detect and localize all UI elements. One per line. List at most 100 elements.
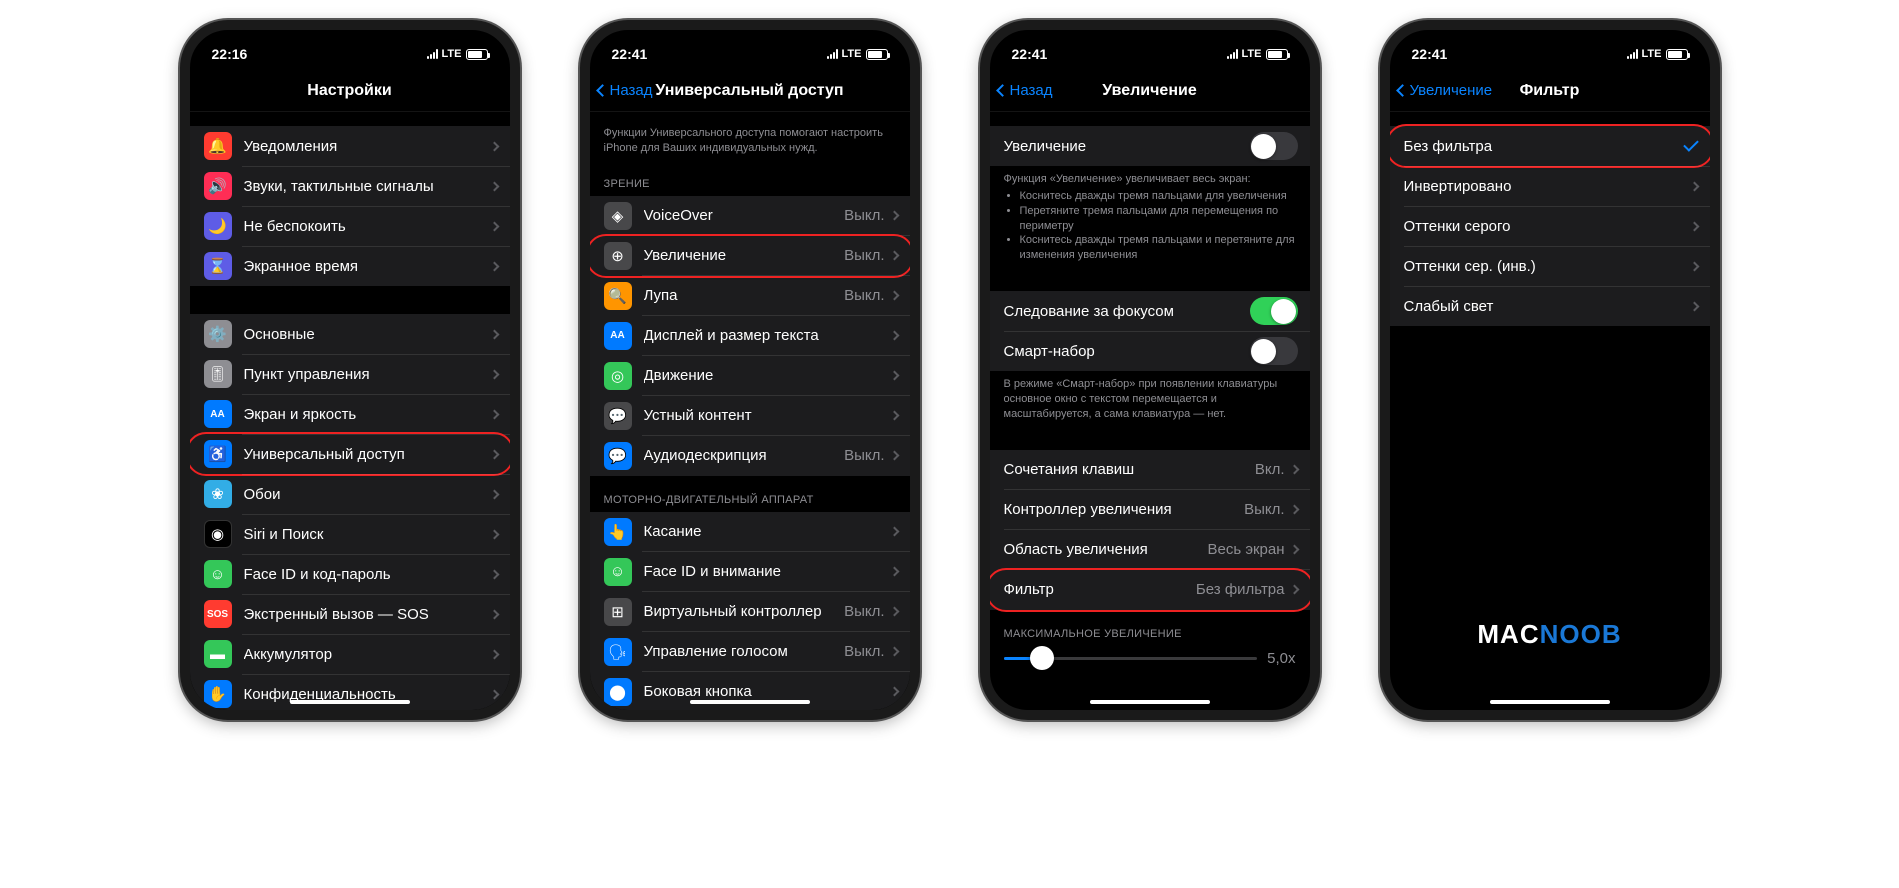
- slider-thumb[interactable]: [1030, 646, 1054, 670]
- cell-icon: 🎚: [204, 360, 232, 388]
- settings-cell[interactable]: 👆Касание: [590, 512, 910, 552]
- cell-icon: ⚙️: [204, 320, 232, 348]
- settings-cell[interactable]: Следование за фокусом: [990, 291, 1310, 331]
- settings-cell[interactable]: ☺Face ID и внимание: [590, 552, 910, 592]
- cell-label: VoiceOver: [644, 207, 845, 224]
- settings-cell[interactable]: ◎Движение: [590, 356, 910, 396]
- settings-cell[interactable]: Контроллер увеличенияВыкл.: [990, 490, 1310, 530]
- settings-cell[interactable]: AAЭкран и яркость: [190, 394, 510, 434]
- chevron-right-icon: [1289, 545, 1299, 555]
- settings-group: Следование за фокусом Смарт-набор: [990, 291, 1310, 371]
- chevron-right-icon: [489, 489, 499, 499]
- settings-cell[interactable]: 🔔Уведомления: [190, 126, 510, 166]
- cell-icon: ⊕: [604, 242, 632, 270]
- nav-title: Универсальный доступ: [655, 82, 843, 100]
- cell-icon: ◎: [604, 362, 632, 390]
- chevron-right-icon: [489, 689, 499, 699]
- settings-cell[interactable]: ❀Обои: [190, 474, 510, 514]
- settings-cell[interactable]: ⚙️Основные: [190, 314, 510, 354]
- settings-cell[interactable]: Оттенки серого: [1390, 206, 1710, 246]
- settings-cell[interactable]: ◉Siri и Поиск: [190, 514, 510, 554]
- settings-cell[interactable]: 🔍ЛупаВыкл.: [590, 276, 910, 316]
- settings-group: ⚙️Основные 🎚 Пункт управления AAЭкран и ярк…: [190, 314, 510, 710]
- cell-label: Экранное время: [244, 258, 491, 275]
- home-indicator[interactable]: [290, 700, 410, 704]
- settings-cell[interactable]: ☺Face ID и код-пароль: [190, 554, 510, 594]
- chevron-right-icon: [1689, 301, 1699, 311]
- chevron-right-icon: [889, 331, 899, 341]
- cell-icon: AA: [204, 400, 232, 428]
- cell-label: Управление голосом: [644, 643, 845, 660]
- settings-cell[interactable]: Сочетания клавишВкл.: [990, 450, 1310, 490]
- cell-icon: ⊞: [604, 598, 632, 626]
- nav-bar: НазадУниверсальный доступ: [590, 70, 910, 112]
- status-time: 22:41: [1412, 46, 1448, 62]
- settings-cell[interactable]: Слабый свет: [1390, 286, 1710, 326]
- toggle-switch[interactable]: [1250, 297, 1298, 325]
- settings-cell[interactable]: ⊕УвеличениеВыкл.: [590, 236, 910, 276]
- chevron-right-icon: [489, 569, 499, 579]
- status-time: 22:41: [1012, 46, 1048, 62]
- carrier-label: LTE: [442, 48, 462, 60]
- cell-icon: ◉: [204, 520, 232, 548]
- settings-cell[interactable]: ▬Аккумулятор: [190, 634, 510, 674]
- cell-label: Увеличение: [1004, 138, 1250, 155]
- cell-label: Слабый свет: [1404, 298, 1691, 315]
- settings-cell[interactable]: ✋Конфиденциальность: [190, 674, 510, 710]
- settings-cell[interactable]: ♿Универсальный доступ: [190, 434, 510, 474]
- home-indicator[interactable]: [1490, 700, 1610, 704]
- settings-cell[interactable]: Смарт-набор: [990, 331, 1310, 371]
- nav-bar: УвеличениеФильтр: [1390, 70, 1710, 112]
- cell-icon: SOS: [204, 600, 232, 628]
- settings-cell[interactable]: 🌙Не беспокоить: [190, 206, 510, 246]
- settings-cell[interactable]: 💬Устный контент: [590, 396, 910, 436]
- cell-label: Следование за фокусом: [1004, 303, 1250, 320]
- cell-value: Выкл.: [844, 643, 884, 660]
- settings-cell[interactable]: Область увеличенияВесь экран: [990, 530, 1310, 570]
- settings-cell[interactable]: ◈VoiceOverВыкл.: [590, 196, 910, 236]
- settings-cell[interactable]: ⌛ Экранное время: [190, 246, 510, 286]
- cell-icon: 💬: [604, 442, 632, 470]
- settings-cell[interactable]: 🗣Управление голосомВыкл.: [590, 632, 910, 672]
- settings-cell[interactable]: ФильтрБез фильтра: [990, 570, 1310, 610]
- settings-cell[interactable]: Увеличение: [990, 126, 1310, 166]
- cell-value: Выкл.: [844, 247, 884, 264]
- settings-cell[interactable]: 🎚 Пункт управления: [190, 354, 510, 394]
- settings-cell[interactable]: SOSЭкстренный вызов — SOS: [190, 594, 510, 634]
- home-indicator[interactable]: [1090, 700, 1210, 704]
- section-footer: Функция «Увеличение» увеличивает весь эк…: [990, 166, 1310, 263]
- zoom-slider[interactable]: 5,0x: [990, 646, 1310, 677]
- settings-cell[interactable]: AA Дисплей и размер текста: [590, 316, 910, 356]
- cell-label: Face ID и код-пароль: [244, 566, 491, 583]
- chevron-right-icon: [489, 141, 499, 151]
- phone-frame: 22:41LTEНазадУвеличениеУвеличениеФункция…: [980, 20, 1320, 720]
- settings-cell[interactable]: 💬АудиодескрипцияВыкл.: [590, 436, 910, 476]
- back-button[interactable]: Увеличение: [1398, 82, 1493, 99]
- chevron-right-icon: [1289, 585, 1299, 595]
- cell-value: Без фильтра: [1196, 581, 1285, 598]
- signal-icon: [427, 49, 438, 59]
- toggle-switch[interactable]: [1250, 337, 1298, 365]
- cell-value: Выкл.: [1244, 501, 1284, 518]
- chevron-right-icon: [889, 411, 899, 421]
- back-button[interactable]: Назад: [998, 82, 1053, 99]
- back-label: Назад: [610, 82, 653, 99]
- settings-cell[interactable]: 🔊Звуки, тактильные сигналы: [190, 166, 510, 206]
- notch: [270, 30, 430, 56]
- settings-cell[interactable]: ⊞Виртуальный контроллерВыкл.: [590, 592, 910, 632]
- cell-label: Сочетания клавиш: [1004, 461, 1255, 478]
- settings-cell[interactable]: Без фильтра: [1390, 126, 1710, 166]
- settings-cell[interactable]: ⬤Боковая кнопка: [590, 672, 910, 710]
- chevron-right-icon: [489, 609, 499, 619]
- settings-cell[interactable]: Инвертировано: [1390, 166, 1710, 206]
- toggle-switch[interactable]: [1250, 132, 1298, 160]
- cell-icon: 🔊: [204, 172, 232, 200]
- home-indicator[interactable]: [690, 700, 810, 704]
- back-button[interactable]: Назад: [598, 82, 653, 99]
- cell-label: Пункт управления: [244, 366, 491, 383]
- cell-icon: ⌛: [204, 252, 232, 280]
- chevron-right-icon: [1689, 221, 1699, 231]
- cell-icon: AA: [604, 322, 632, 350]
- settings-cell[interactable]: Оттенки сер. (инв.): [1390, 246, 1710, 286]
- cell-label: Дисплей и размер текста: [644, 327, 891, 344]
